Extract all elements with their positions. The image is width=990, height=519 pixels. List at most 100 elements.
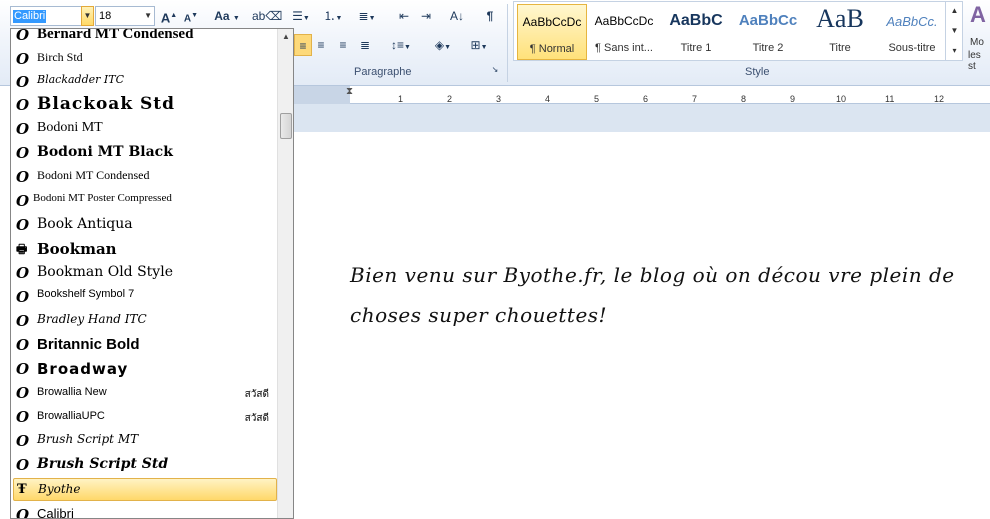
font-item[interactable]: O Bernard MT Condensed: [13, 28, 277, 46]
align-right-icon[interactable]: ≡: [334, 34, 352, 56]
align-center-icon[interactable]: ≡: [312, 34, 330, 56]
font-item[interactable]: 🖶 Bookman: [13, 237, 277, 260]
styles-gallery: AaBbCcDc ¶ Normal AaBbCcDc ¶ Sans int...…: [513, 1, 963, 61]
document-line[interactable]: Bien venu sur Byothe.fr, le blog où on d…: [350, 255, 980, 295]
font-item-label: Bookman Old Style: [37, 264, 173, 280]
font-item[interactable]: O Calibri: [13, 503, 277, 519]
change-styles-label-2[interactable]: les st: [968, 50, 990, 72]
scrollbar-thumb[interactable]: [280, 113, 292, 139]
font-item-label: Bookshelf Symbol 7: [37, 288, 135, 300]
font-size-combobox[interactable]: 18 ▼: [95, 6, 155, 26]
paragraph-dialog-launcher-icon[interactable]: ↘: [490, 64, 500, 76]
font-item-selected[interactable]: Ŧ Byothe: [13, 478, 277, 501]
font-item[interactable]: O Bradley Hand ITC: [13, 309, 277, 332]
font-item-label: Bodoni MT: [37, 120, 103, 135]
style-preview: AaBbCc: [738, 12, 798, 29]
more-styles-icon[interactable]: ▾: [946, 41, 963, 61]
font-item-label: Bodoni MT Condensed: [37, 168, 150, 182]
font-item[interactable]: O Bookman Old Style: [13, 261, 277, 284]
increase-indent-icon[interactable]: ⇥: [416, 5, 436, 27]
font-dropdown-list: O Bernard MT Condensed O Birch Std O Blacka…: [10, 28, 294, 519]
scroll-up-icon[interactable]: ▲: [278, 29, 293, 45]
opentype-font-icon: O: [16, 216, 30, 234]
opentype-font-icon: O: [16, 384, 30, 402]
font-sample: สวัสดี: [244, 389, 269, 400]
justify-icon[interactable]: ≣: [356, 34, 374, 56]
multilevel-list-button[interactable]: ≣▼: [352, 5, 382, 27]
opentype-font-icon: O: [16, 28, 30, 44]
document-line[interactable]: choses super chouettes!: [350, 295, 980, 335]
shading-button[interactable]: ◈▼: [428, 34, 458, 56]
font-item[interactable]: O Bodoni MT Poster Compressed: [13, 189, 277, 212]
font-item[interactable]: O Book Antiqua: [13, 213, 277, 236]
shrink-font-button[interactable]: A▼: [182, 5, 200, 27]
scroll-up-icon[interactable]: ▲: [946, 1, 963, 21]
change-styles-label[interactable]: Mo: [970, 37, 984, 48]
opentype-font-icon: O: [16, 73, 30, 91]
opentype-font-icon: O: [16, 50, 30, 68]
font-item-label: Britannic Bold: [37, 336, 140, 353]
opentype-font-icon: O: [16, 120, 30, 138]
style-preview: AaBbC: [669, 12, 723, 29]
font-item[interactable]: O Blackadder ITC: [13, 70, 277, 93]
font-item-label: Bradley Hand ITC: [37, 312, 147, 326]
styles-group-label: Style: [745, 66, 770, 78]
font-item-label: Broadway: [37, 360, 129, 378]
change-case-button[interactable]: Aa ▼: [212, 5, 242, 27]
ruler-tick: 7: [692, 94, 698, 104]
font-name-combobox[interactable]: Calibri ▼: [10, 6, 94, 26]
font-list-scrollbar[interactable]: ▲: [277, 29, 293, 518]
font-name-value[interactable]: Calibri: [13, 10, 47, 23]
font-item[interactable]: O Broadway: [13, 357, 277, 380]
font-item-label: Calibri: [37, 506, 74, 519]
borders-button[interactable]: ⊞▼: [464, 34, 494, 56]
chevron-down-icon[interactable]: ▼: [144, 11, 152, 20]
chevron-down-icon[interactable]: ▼: [81, 6, 94, 26]
font-item[interactable]: O BrowalliaUPC สวัสดี: [13, 405, 277, 428]
style-normal[interactable]: AaBbCcDc ¶ Normal: [517, 4, 587, 60]
font-item[interactable]: O Bodoni MT: [13, 117, 277, 140]
style-name: Titre 2: [752, 42, 784, 54]
numbering-button[interactable]: ⒈▼: [318, 5, 348, 27]
grow-font-button[interactable]: A▲: [160, 5, 178, 27]
font-item[interactable]: O Birch Std: [13, 47, 277, 70]
opentype-font-icon: O: [16, 506, 30, 519]
style-name: Sous-titre: [888, 42, 936, 54]
scroll-down-icon[interactable]: ▼: [946, 21, 963, 41]
clear-formatting-icon[interactable]: ab⌫: [252, 5, 282, 27]
font-item-label: Blackadder ITC: [37, 73, 124, 86]
font-item[interactable]: O Bookshelf Symbol 7: [13, 285, 277, 308]
style-heading-2[interactable]: AaBbCc Titre 2: [733, 4, 803, 60]
font-item[interactable]: O Brush Script MT: [13, 429, 277, 452]
style-heading-1[interactable]: AaBbC Titre 1: [661, 4, 731, 60]
font-item[interactable]: O Browallia New สวัสดี: [13, 381, 277, 404]
line-spacing-button[interactable]: ↕≡▼: [388, 34, 414, 56]
pilcrow-icon[interactable]: ¶: [480, 5, 500, 27]
document-text[interactable]: Bien venu sur Byothe.fr, le blog où on d…: [350, 255, 980, 335]
sort-icon[interactable]: A↓: [446, 5, 468, 27]
font-size-value[interactable]: 18: [99, 10, 111, 22]
font-item[interactable]: O Britannic Bold: [13, 333, 277, 356]
style-no-spacing[interactable]: AaBbCcDc ¶ Sans int...: [589, 4, 659, 60]
font-item[interactable]: O Brush Script Std: [13, 453, 277, 476]
document-background: [294, 104, 990, 132]
font-item[interactable]: O Bodoni MT Black: [13, 141, 277, 164]
align-left-icon[interactable]: ≡: [294, 34, 312, 56]
font-sample: สวัสดี: [244, 413, 269, 424]
change-styles-icon[interactable]: A: [970, 2, 986, 28]
indent-marker-icon[interactable]: ⧗: [346, 86, 353, 97]
style-subtitle[interactable]: AaBbCc. Sous-titre: [877, 4, 947, 60]
decrease-indent-icon[interactable]: ⇤: [394, 5, 414, 27]
style-title[interactable]: AaB Titre: [805, 4, 875, 60]
style-name: Titre: [829, 42, 851, 54]
font-item-label: Birch Std: [37, 50, 83, 64]
opentype-font-icon: O: [16, 336, 30, 354]
style-preview: AaBbCcDc: [594, 14, 654, 28]
bullets-button[interactable]: ☰▼: [286, 5, 316, 27]
ruler-tick: 3: [496, 94, 502, 104]
font-item[interactable]: O Blackoak Std: [13, 93, 277, 116]
truetype-font-icon: Ŧ: [17, 482, 27, 497]
font-item[interactable]: O Bodoni MT Condensed: [13, 165, 277, 188]
opentype-font-icon: O: [16, 144, 30, 162]
font-item-label: Bodoni MT Poster Compressed: [33, 192, 172, 204]
